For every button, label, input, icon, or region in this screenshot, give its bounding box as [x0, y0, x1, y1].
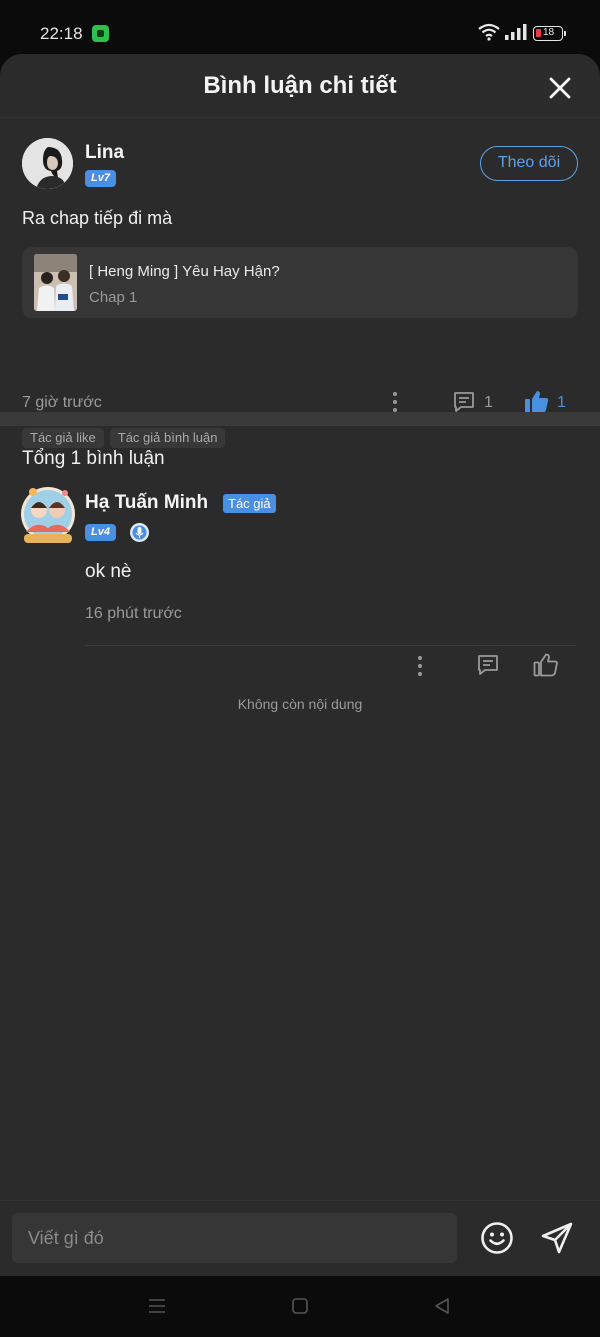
- comment-text: ok nè: [85, 561, 132, 582]
- avatar[interactable]: [20, 484, 75, 544]
- sheet-header: Bình luận chi tiết: [0, 54, 600, 118]
- more-options-icon[interactable]: [388, 390, 402, 414]
- comment-text: Ra chap tiếp đi mà: [22, 208, 173, 228]
- home-icon[interactable]: [290, 1296, 310, 1316]
- verified-icon: [130, 523, 149, 542]
- comment-input-bar: [0, 1200, 600, 1276]
- author-badge: Tác giả: [223, 494, 276, 513]
- author-name[interactable]: Lina: [85, 142, 124, 164]
- comment-time: 7 giờ trước: [22, 394, 102, 411]
- comment-count-header: Tổng 1 bình luận: [22, 448, 165, 469]
- tag-list: Tác giả like Tác giả bình luận: [22, 428, 231, 448]
- divider: [85, 645, 576, 646]
- battery-level: 18: [543, 27, 555, 38]
- battery-icon: 18: [533, 26, 566, 41]
- chapter-link-card[interactable]: [ Heng Ming ] Yêu Hay Hận? Chap 1: [22, 247, 578, 318]
- status-bar: 22:18 18: [0, 0, 600, 56]
- comment-time: 16 phút trước: [85, 605, 182, 622]
- system-nav-bar: [0, 1276, 600, 1337]
- page-title: Bình luận chi tiết: [203, 72, 397, 99]
- signal-icon: [505, 24, 527, 40]
- reply-count: 1: [484, 394, 493, 411]
- comment-input[interactable]: [12, 1213, 457, 1263]
- like-count: 1: [557, 394, 566, 411]
- follow-button[interactable]: Theo dõi: [480, 146, 578, 181]
- tag-author-commented[interactable]: Tác giả bình luận: [109, 428, 226, 448]
- emoji-icon[interactable]: [480, 1221, 514, 1255]
- app-notification-icon: [92, 25, 109, 42]
- like-icon[interactable]: [533, 652, 559, 678]
- avatar-image: [21, 487, 75, 543]
- avatar-image: [22, 138, 73, 189]
- wifi-icon: [478, 23, 500, 41]
- menu-icon[interactable]: [147, 1296, 167, 1316]
- chapter-number: Chap 1: [89, 289, 138, 306]
- close-icon[interactable]: [546, 74, 574, 102]
- comment-detail-sheet: Bình luận chi tiết Lina Lv7 Theo dõi Ra …: [0, 54, 600, 1276]
- back-icon[interactable]: [432, 1296, 452, 1316]
- send-icon[interactable]: [540, 1221, 574, 1255]
- author-name[interactable]: Hạ Tuấn Minh: [85, 492, 208, 514]
- section-divider: [0, 412, 600, 426]
- level-badge: Lv4: [85, 524, 116, 541]
- level-badge: Lv7: [85, 170, 116, 187]
- tag-author-liked[interactable]: Tác giả like: [22, 428, 104, 448]
- avatar[interactable]: [22, 138, 73, 189]
- chapter-title: [ Heng Ming ] Yêu Hay Hận?: [89, 263, 280, 280]
- reply-icon[interactable]: [452, 390, 476, 414]
- more-options-icon[interactable]: [413, 654, 427, 678]
- end-of-list-text: Không còn nội dung: [237, 696, 363, 712]
- reply-icon[interactable]: [476, 653, 500, 677]
- chapter-thumbnail: [34, 254, 77, 311]
- status-time: 22:18: [40, 24, 83, 43]
